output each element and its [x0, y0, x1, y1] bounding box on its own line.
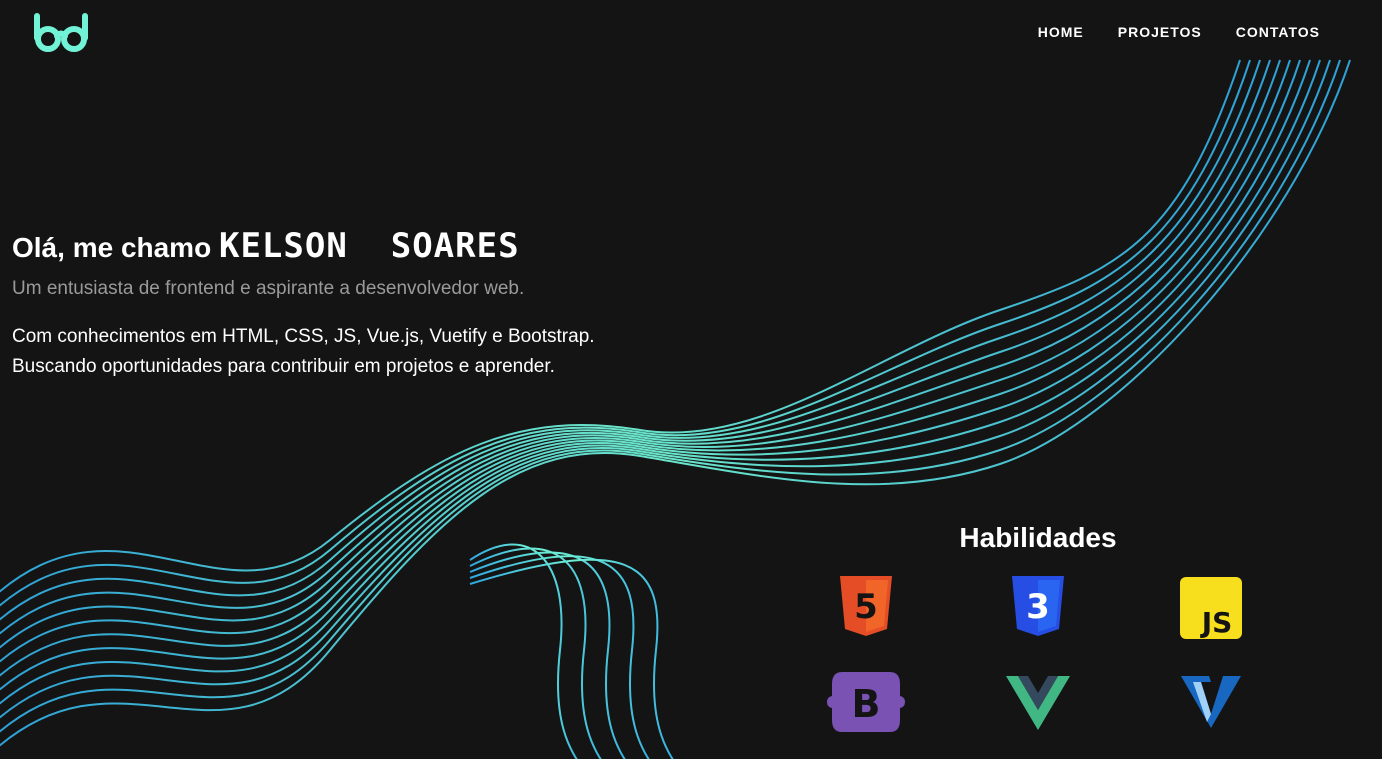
wave-line [0, 59, 1331, 719]
wave-line [0, 59, 1321, 705]
hero-title: Olá, me chamo KELSON SOARES [12, 224, 712, 270]
page: HOME PROJETOS CONTATOS Olá, me chamo KEL… [0, 0, 1382, 759]
vuejs-icon [1006, 676, 1070, 730]
css3-label: 3 [1026, 587, 1050, 627]
hero-description: Com conhecimentos em HTML, CSS, JS, Vue.… [12, 322, 712, 382]
hero-greeting: Olá, me chamo [12, 232, 212, 263]
hero-description-line-1: Com conhecimentos em HTML, CSS, JS, Vue.… [12, 326, 595, 347]
css3-icon: 3 [1012, 576, 1064, 636]
nav-home-link[interactable]: HOME [1038, 24, 1084, 40]
wave-loop-line [469, 543, 578, 759]
wave-loop-line [469, 558, 674, 759]
nav-projetos-link[interactable]: PROJETOS [1118, 24, 1202, 40]
glasses-icon[interactable] [33, 12, 89, 54]
javascript-icon: JS [1180, 577, 1242, 639]
javascript-label: JS [1200, 606, 1233, 639]
wave-loop-line [469, 551, 626, 759]
bootstrap-label: B [852, 682, 881, 726]
hero-description-line-2: Buscando oportunidades para contribuir e… [12, 356, 555, 377]
wave-loop-line [469, 547, 602, 759]
hero-name: KELSON SOARES [218, 226, 520, 266]
wave-loop-line [469, 555, 650, 759]
vuetify-icon [1181, 676, 1241, 728]
html5-icon: 5 [840, 576, 892, 636]
hero-section: Olá, me chamo KELSON SOARES Um entusiast… [12, 224, 712, 382]
bootstrap-icon: B [827, 672, 905, 732]
wave-line [0, 59, 1341, 733]
main-nav: HOME PROJETOS CONTATOS [1038, 24, 1320, 40]
html5-label: 5 [854, 587, 878, 627]
wave-line [0, 59, 1351, 747]
skills-title: Habilidades [959, 522, 1117, 553]
nav-contatos-link[interactable]: CONTATOS [1236, 24, 1320, 40]
hero-subtitle: Um entusiasta de frontend e aspirante a … [12, 278, 525, 299]
